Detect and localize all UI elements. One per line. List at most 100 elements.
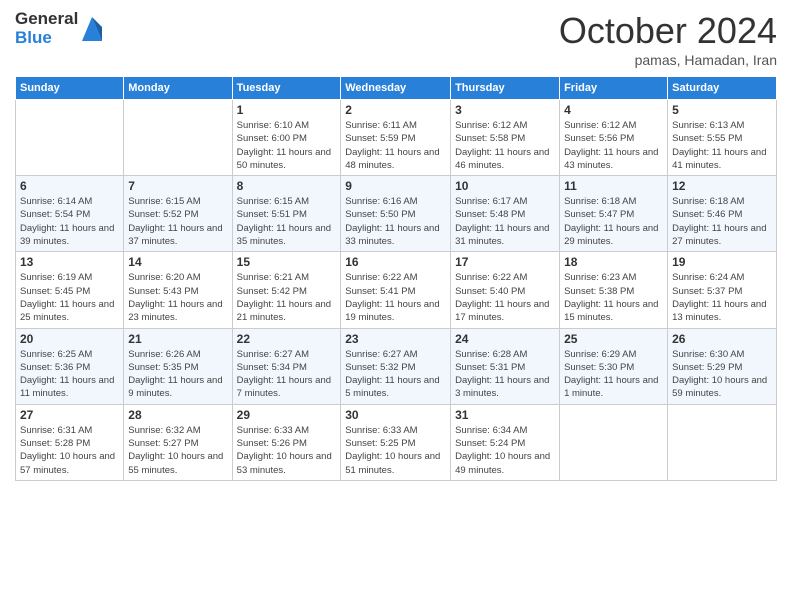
calendar-week-row: 13 Sunrise: 6:19 AM Sunset: 5:45 PM Dayli… <box>16 252 777 328</box>
day-detail: Sunrise: 6:13 AM Sunset: 5:55 PM Dayligh… <box>672 120 766 171</box>
calendar-cell: 24Sunrise: 6:28 AM Sunset: 5:31 PM Dayli… <box>451 328 560 404</box>
day-detail: Sunrise: 6:30 AM Sunset: 5:29 PM Dayligh… <box>672 349 767 400</box>
day-detail: Sunrise: 6:27 AM Sunset: 5:34 PM Dayligh… <box>237 349 331 400</box>
calendar-table: SundayMondayTuesdayWednesdayThursdayFrid… <box>15 76 777 481</box>
day-number: 13 <box>20 255 119 269</box>
day-number: 2 <box>345 103 446 117</box>
day-detail: Sunrise: 6:17 AM Sunset: 5:48 PM Dayligh… <box>455 196 549 247</box>
day-detail: Sunrise: 6:27 AM Sunset: 5:32 PM Dayligh… <box>345 349 439 400</box>
day-number: 9 <box>345 179 446 193</box>
day-number: 25 <box>564 332 663 346</box>
day-number: 18 <box>564 255 663 269</box>
logo-general: General <box>15 10 78 29</box>
calendar-week-row: 6 Sunrise: 6:14 AM Sunset: 5:54 PM Daylig… <box>16 176 777 252</box>
calendar-cell: 5 Sunrise: 6:13 AM Sunset: 5:55 PM Daylig… <box>668 100 777 176</box>
calendar-header-row: SundayMondayTuesdayWednesdayThursdayFrid… <box>16 77 777 100</box>
calendar-cell: 17 Sunrise: 6:22 AM Sunset: 5:40 PM Dayli… <box>451 252 560 328</box>
day-detail: Sunrise: 6:29 AM Sunset: 5:30 PM Dayligh… <box>564 349 658 400</box>
calendar-cell: 23 Sunrise: 6:27 AM Sunset: 5:32 PM Dayli… <box>341 328 451 404</box>
day-detail: Sunrise: 6:28 AM Sunset: 5:31 PM Dayligh… <box>455 349 549 400</box>
calendar-week-row: 27Sunrise: 6:31 AM Sunset: 5:28 PM Dayli… <box>16 404 777 480</box>
calendar-cell: 8 Sunrise: 6:15 AM Sunset: 5:51 PM Daylig… <box>232 176 341 252</box>
calendar-cell: 18 Sunrise: 6:23 AM Sunset: 5:38 PM Dayli… <box>560 252 668 328</box>
location-subtitle: pamas, Hamadan, Iran <box>559 52 777 68</box>
calendar-header-cell: Monday <box>124 77 232 100</box>
day-number: 4 <box>564 103 663 117</box>
calendar-cell <box>668 404 777 480</box>
calendar-header-cell: Thursday <box>451 77 560 100</box>
calendar-week-row: 20Sunrise: 6:25 AM Sunset: 5:36 PM Dayli… <box>16 328 777 404</box>
day-number: 30 <box>345 408 446 422</box>
calendar-cell: 13 Sunrise: 6:19 AM Sunset: 5:45 PM Dayli… <box>16 252 124 328</box>
day-number: 15 <box>237 255 337 269</box>
calendar-cell <box>16 100 124 176</box>
day-detail: Sunrise: 6:26 AM Sunset: 5:35 PM Dayligh… <box>128 349 222 400</box>
day-detail: Sunrise: 6:12 AM Sunset: 5:56 PM Dayligh… <box>564 120 658 171</box>
calendar-cell: 28Sunrise: 6:32 AM Sunset: 5:27 PM Dayli… <box>124 404 232 480</box>
day-detail: Sunrise: 6:14 AM Sunset: 5:54 PM Dayligh… <box>20 196 114 247</box>
day-number: 20 <box>20 332 119 346</box>
logo-icon <box>80 13 104 41</box>
day-number: 31 <box>455 408 555 422</box>
month-title: October 2024 <box>559 10 777 52</box>
calendar-cell: 12 Sunrise: 6:18 AM Sunset: 5:46 PM Dayli… <box>668 176 777 252</box>
day-detail: Sunrise: 6:24 AM Sunset: 5:37 PM Dayligh… <box>672 272 766 323</box>
day-number: 11 <box>564 179 663 193</box>
calendar-cell: 15 Sunrise: 6:21 AM Sunset: 5:42 PM Dayli… <box>232 252 341 328</box>
calendar-cell <box>124 100 232 176</box>
day-number: 7 <box>128 179 227 193</box>
day-number: 6 <box>20 179 119 193</box>
calendar-header-cell: Wednesday <box>341 77 451 100</box>
day-detail: Sunrise: 6:19 AM Sunset: 5:45 PM Dayligh… <box>20 272 114 323</box>
calendar-cell: 19Sunrise: 6:24 AM Sunset: 5:37 PM Dayli… <box>668 252 777 328</box>
calendar-header-cell: Friday <box>560 77 668 100</box>
day-detail: Sunrise: 6:10 AM Sunset: 6:00 PM Dayligh… <box>237 120 331 171</box>
logo: General Blue <box>15 10 104 47</box>
calendar-cell: 4 Sunrise: 6:12 AM Sunset: 5:56 PM Daylig… <box>560 100 668 176</box>
calendar-header-cell: Saturday <box>668 77 777 100</box>
calendar-header-cell: Sunday <box>16 77 124 100</box>
day-detail: Sunrise: 6:32 AM Sunset: 5:27 PM Dayligh… <box>128 425 223 476</box>
day-number: 8 <box>237 179 337 193</box>
calendar-cell <box>560 404 668 480</box>
day-detail: Sunrise: 6:23 AM Sunset: 5:38 PM Dayligh… <box>564 272 658 323</box>
day-number: 27 <box>20 408 119 422</box>
calendar-cell: 31 Sunrise: 6:34 AM Sunset: 5:24 PM Dayli… <box>451 404 560 480</box>
day-number: 21 <box>128 332 227 346</box>
calendar-cell: 7 Sunrise: 6:15 AM Sunset: 5:52 PM Daylig… <box>124 176 232 252</box>
calendar-cell: 10 Sunrise: 6:17 AM Sunset: 5:48 PM Dayli… <box>451 176 560 252</box>
day-number: 10 <box>455 179 555 193</box>
day-number: 14 <box>128 255 227 269</box>
day-detail: Sunrise: 6:21 AM Sunset: 5:42 PM Dayligh… <box>237 272 331 323</box>
title-area: October 2024 pamas, Hamadan, Iran <box>559 10 777 68</box>
logo-blue: Blue <box>15 29 78 48</box>
day-number: 1 <box>237 103 337 117</box>
calendar-cell: 9Sunrise: 6:16 AM Sunset: 5:50 PM Daylig… <box>341 176 451 252</box>
calendar-cell: 30 Sunrise: 6:33 AM Sunset: 5:25 PM Dayli… <box>341 404 451 480</box>
day-detail: Sunrise: 6:34 AM Sunset: 5:24 PM Dayligh… <box>455 425 550 476</box>
day-detail: Sunrise: 6:22 AM Sunset: 5:40 PM Dayligh… <box>455 272 549 323</box>
day-detail: Sunrise: 6:33 AM Sunset: 5:25 PM Dayligh… <box>345 425 440 476</box>
day-number: 22 <box>237 332 337 346</box>
day-number: 26 <box>672 332 772 346</box>
day-detail: Sunrise: 6:12 AM Sunset: 5:58 PM Dayligh… <box>455 120 549 171</box>
header: General Blue October 2024 pamas, Hamadan… <box>15 10 777 68</box>
calendar-cell: 22 Sunrise: 6:27 AM Sunset: 5:34 PM Dayli… <box>232 328 341 404</box>
calendar-body: 1 Sunrise: 6:10 AM Sunset: 6:00 PM Daylig… <box>16 100 777 481</box>
day-number: 29 <box>237 408 337 422</box>
calendar-cell: 21 Sunrise: 6:26 AM Sunset: 5:35 PM Dayli… <box>124 328 232 404</box>
day-number: 17 <box>455 255 555 269</box>
day-detail: Sunrise: 6:15 AM Sunset: 5:51 PM Dayligh… <box>237 196 331 247</box>
day-number: 5 <box>672 103 772 117</box>
day-detail: Sunrise: 6:18 AM Sunset: 5:47 PM Dayligh… <box>564 196 658 247</box>
calendar-cell: 27Sunrise: 6:31 AM Sunset: 5:28 PM Dayli… <box>16 404 124 480</box>
calendar-header-cell: Tuesday <box>232 77 341 100</box>
calendar-cell: 26 Sunrise: 6:30 AM Sunset: 5:29 PM Dayli… <box>668 328 777 404</box>
calendar-cell: 6 Sunrise: 6:14 AM Sunset: 5:54 PM Daylig… <box>16 176 124 252</box>
day-detail: Sunrise: 6:18 AM Sunset: 5:46 PM Dayligh… <box>672 196 766 247</box>
page: General Blue October 2024 pamas, Hamadan… <box>0 0 792 612</box>
day-number: 12 <box>672 179 772 193</box>
day-number: 23 <box>345 332 446 346</box>
logo-text: General Blue <box>15 10 78 47</box>
day-detail: Sunrise: 6:15 AM Sunset: 5:52 PM Dayligh… <box>128 196 222 247</box>
